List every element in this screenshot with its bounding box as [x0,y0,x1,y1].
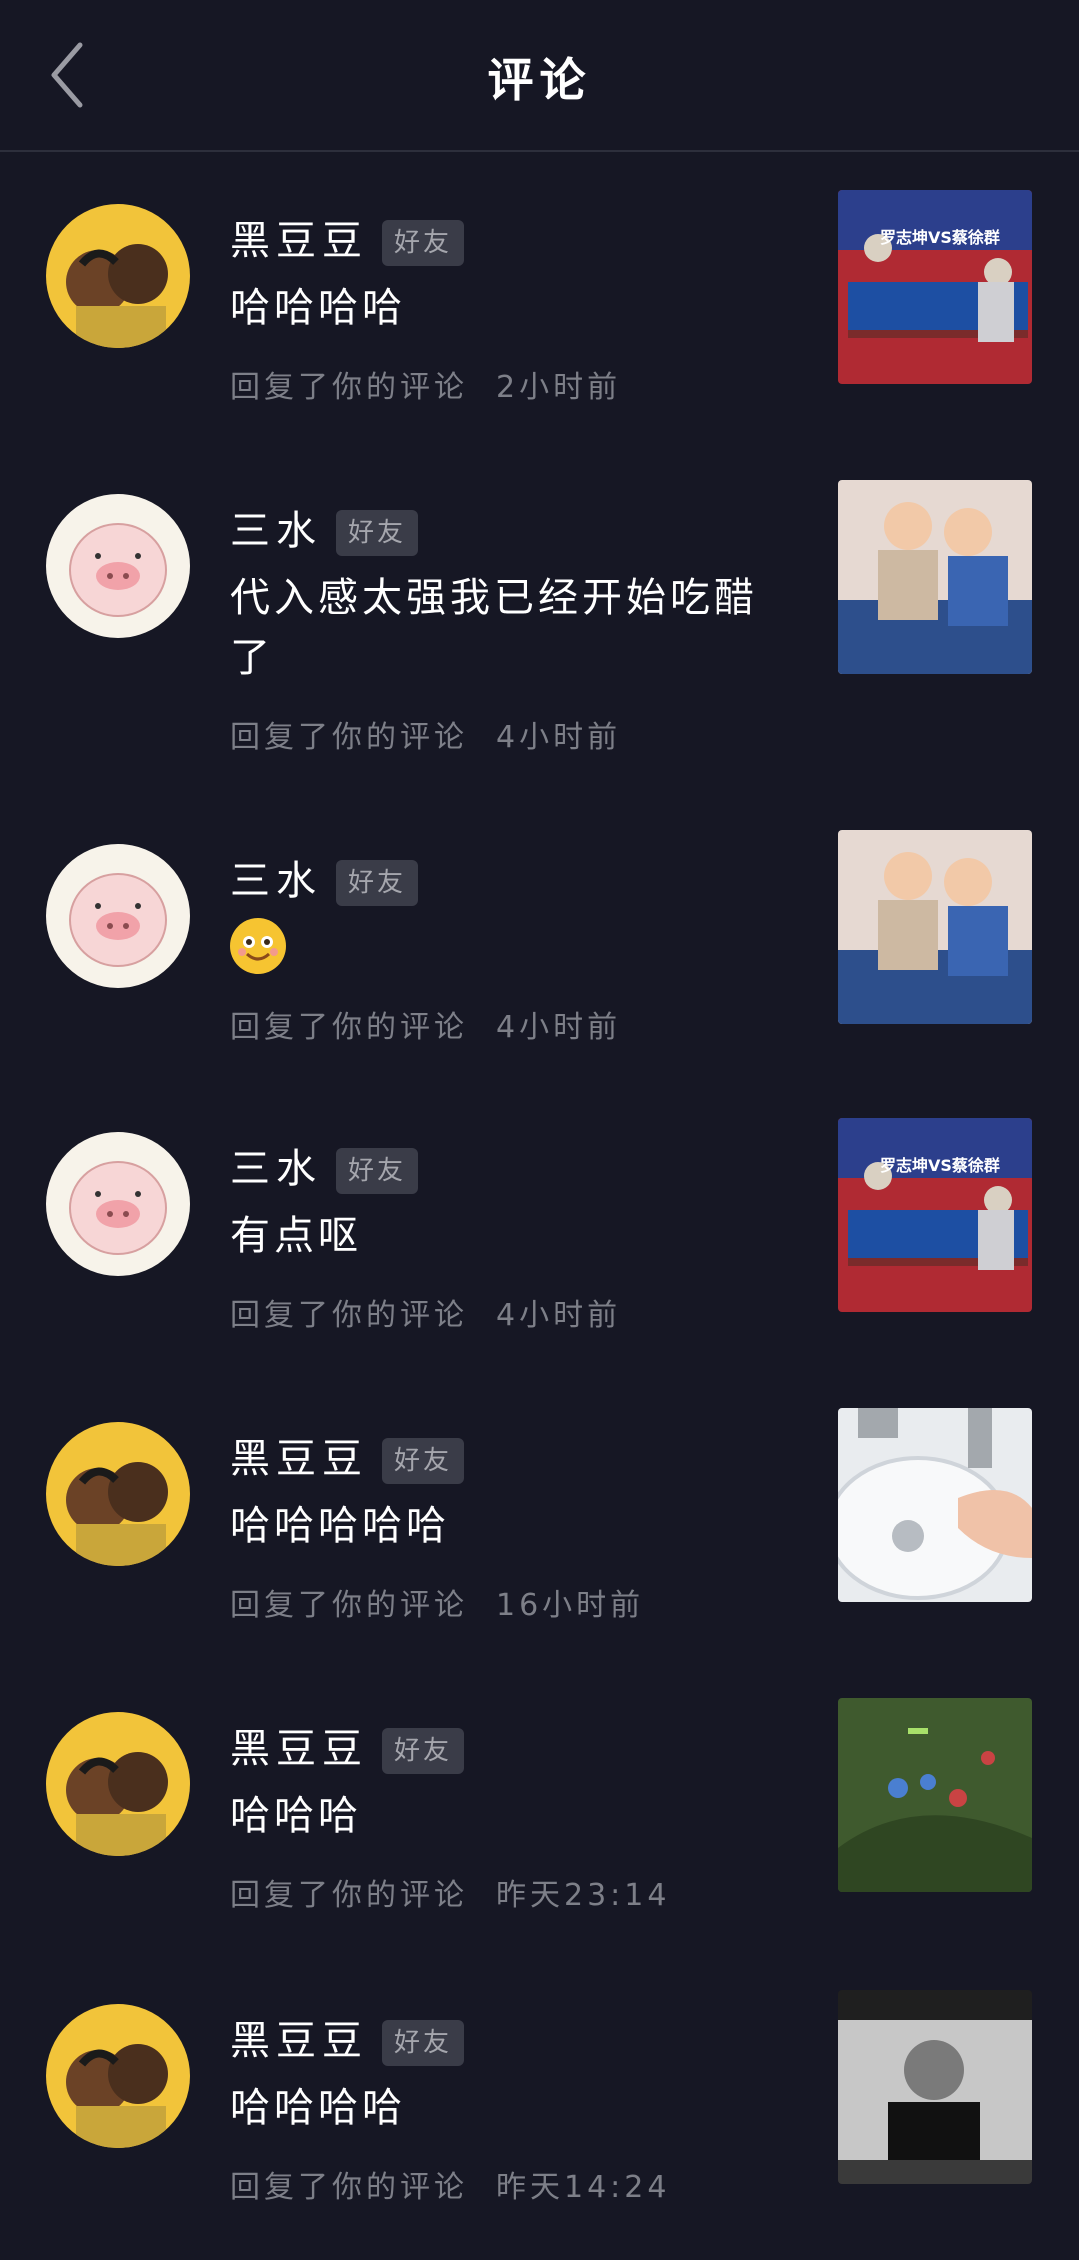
list-item[interactable]: 黑豆豆 好友 哈哈哈 回复了你的评论 昨天23:14 [0,1698,1079,1938]
timestamp: 16小时前 [496,1588,645,1623]
friend-badge: 好友 [336,1148,419,1194]
user-name[interactable]: 黑豆豆 好友 [230,1426,465,1484]
list-item[interactable]: 三水 好友 有点呕 回复了你的评论 4小时前 罗志坤VS蔡徐群 [0,1118,1079,1358]
video-thumbnail[interactable] [838,1408,1032,1602]
video-thumbnail[interactable]: 罗志坤VS蔡徐群 [838,1118,1032,1312]
comment-text: 有点呕 [230,1213,362,1259]
avatar[interactable] [46,204,190,348]
smiling-face-emoji [230,918,286,974]
timestamp: 昨天23:14 [496,1878,671,1913]
comment-text: 哈哈哈哈 [230,2085,406,2131]
video-thumbnail[interactable] [838,1698,1032,1892]
reply-meta: 回复了你的评论 4小时前 [230,1002,621,1046]
comment-text: 哈哈哈 [230,1793,362,1839]
avatar[interactable] [46,1712,190,1856]
action-text: 回复了你的评论 [230,1588,468,1623]
list-item[interactable]: 三水 好友 代入感太强我已经开始吃醋了 回复了你的评论 4小时前 [0,480,1079,770]
avatar[interactable] [46,844,190,988]
action-text: 回复了你的评论 [230,1878,468,1913]
user-name-text: 三水 [230,858,322,904]
user-name[interactable]: 黑豆豆 好友 [230,2008,465,2066]
list-item[interactable]: 三水 好友 回复了你的评论 4小时前 [0,830,1079,1070]
action-text: 回复了你的评论 [230,720,468,755]
video-thumbnail[interactable] [838,830,1032,1024]
friend-badge: 好友 [336,860,419,906]
timestamp: 4小时前 [496,1010,622,1045]
avatar[interactable] [46,2004,190,2148]
friend-badge: 好友 [382,1438,465,1484]
reply-meta: 回复了你的评论 昨天23:14 [230,1870,670,1914]
comment-text: 代入感太强我已经开始吃醋了 [230,575,758,681]
user-name-text: 黑豆豆 [230,1726,368,1772]
list-item[interactable]: 黑豆豆 好友 哈哈哈哈 回复了你的评论 2小时前 罗志坤VS蔡徐群 [0,190,1079,430]
list-item[interactable]: 黑豆豆 好友 哈哈哈哈哈 回复了你的评论 16小时前 [0,1408,1079,1648]
avatar[interactable] [46,494,190,638]
action-text: 回复了你的评论 [230,1010,468,1045]
user-name-text: 黑豆豆 [230,2018,368,2064]
user-name-text: 三水 [230,1146,322,1192]
header-bar: 评论 [0,0,1079,152]
reply-meta: 回复了你的评论 4小时前 [230,1290,621,1334]
timestamp: 昨天14:24 [496,2170,671,2205]
comment-text [230,914,770,974]
reply-meta: 回复了你的评论 16小时前 [230,1580,644,1624]
friend-badge: 好友 [336,510,419,556]
reply-meta: 回复了你的评论 昨天14:24 [230,2162,670,2206]
comment-text: 哈哈哈哈哈 [230,1503,450,1549]
thumbnail-caption: 罗志坤VS蔡徐群 [880,1156,1000,1175]
action-text: 回复了你的评论 [230,1298,468,1333]
user-name[interactable]: 黑豆豆 好友 [230,208,465,266]
reply-meta: 回复了你的评论 4小时前 [230,712,621,756]
user-name[interactable]: 三水 好友 [230,848,419,906]
video-thumbnail[interactable]: 罗志坤VS蔡徐群 [838,190,1032,384]
user-name[interactable]: 三水 好友 [230,498,419,556]
action-text: 回复了你的评论 [230,370,468,405]
friend-badge: 好友 [382,1728,465,1774]
avatar[interactable] [46,1422,190,1566]
timestamp: 4小时前 [496,720,622,755]
action-text: 回复了你的评论 [230,2170,468,2205]
friend-badge: 好友 [382,2020,465,2066]
comment-text: 哈哈哈哈 [230,285,406,331]
avatar[interactable] [46,1132,190,1276]
video-thumbnail[interactable] [838,1990,1032,2184]
user-name[interactable]: 黑豆豆 好友 [230,1716,465,1774]
user-name-text: 黑豆豆 [230,218,368,264]
user-name-text: 黑豆豆 [230,1436,368,1482]
timestamp: 4小时前 [496,1298,622,1333]
reply-meta: 回复了你的评论 2小时前 [230,362,621,406]
timestamp: 2小时前 [496,370,622,405]
user-name-text: 三水 [230,508,322,554]
list-item[interactable]: 黑豆豆 好友 哈哈哈哈 回复了你的评论 昨天14:24 [0,1990,1079,2230]
friend-badge: 好友 [382,220,465,266]
user-name[interactable]: 三水 好友 [230,1136,419,1194]
thumbnail-caption: 罗志坤VS蔡徐群 [880,228,1000,247]
page-title: 评论 [487,53,592,107]
video-thumbnail[interactable] [838,480,1032,674]
